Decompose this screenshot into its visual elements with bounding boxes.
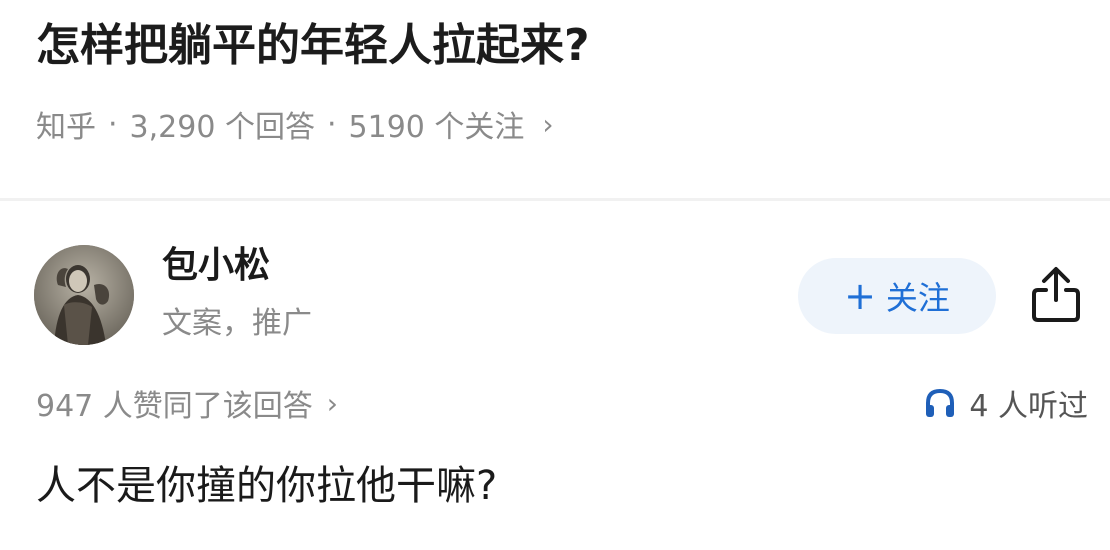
author-avatar[interactable] [34,245,134,345]
answers-count: 3,290 个回答 [129,110,315,145]
meta-separator: · [108,106,118,142]
follow-label: 关注 [885,279,950,317]
question-meta[interactable]: 知乎 · 3,290 个回答 · 5190 个关注 › [36,100,554,148]
meta-separator: · [326,106,337,142]
chevron-right-icon: › [326,386,338,420]
listen-summary[interactable]: 4 人听过 [923,380,1088,426]
plus-icon: + [844,274,876,318]
section-divider [0,198,1110,201]
question-title[interactable]: 怎样把躺平的年轻人拉起来? [36,14,590,78]
listen-count: 4 人听过 [969,389,1088,424]
upvote-summary[interactable]: 947 人赞同了该回答 › [36,380,338,426]
portrait-avatar-icon [34,245,134,345]
share-icon [1032,267,1080,322]
share-button[interactable] [1024,262,1088,326]
author-bio: 文案，推广 [162,306,312,341]
answer-text[interactable]: 人不是你撞的你拉他干嘛? [36,456,497,516]
upvote-count: 947 人赞同了该回答 [36,389,313,424]
headphones-icon [923,386,957,420]
follow-button[interactable]: + 关注 [798,258,996,334]
followers-count: 5190 个关注 [348,110,525,145]
source-label: 知乎 [36,110,96,145]
author-name[interactable]: 包小松 [162,240,270,292]
chevron-right-icon: › [542,107,554,141]
